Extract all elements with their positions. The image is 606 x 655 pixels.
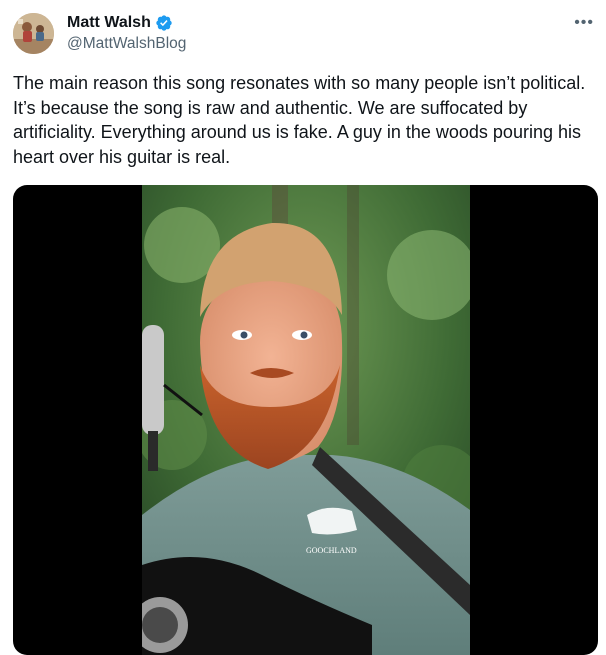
- avatar-image: [13, 13, 54, 54]
- media-container[interactable]: GOOCHLAND: [13, 185, 598, 655]
- shirt-print-text: GOOCHLAND: [306, 546, 357, 555]
- avatar[interactable]: [13, 13, 54, 54]
- author-handle[interactable]: @MattWalshBlog: [67, 35, 186, 53]
- author-display-name[interactable]: Matt Walsh: [67, 14, 151, 32]
- video-frame-image: GOOCHLAND: [142, 185, 470, 655]
- author-name-row[interactable]: Matt Walsh: [67, 14, 173, 32]
- video-thumbnail[interactable]: GOOCHLAND: [142, 185, 470, 655]
- post-text: The main reason this song resonates with…: [13, 73, 586, 167]
- more-options-icon[interactable]: •••: [574, 14, 594, 32]
- verified-badge-icon: [156, 15, 172, 31]
